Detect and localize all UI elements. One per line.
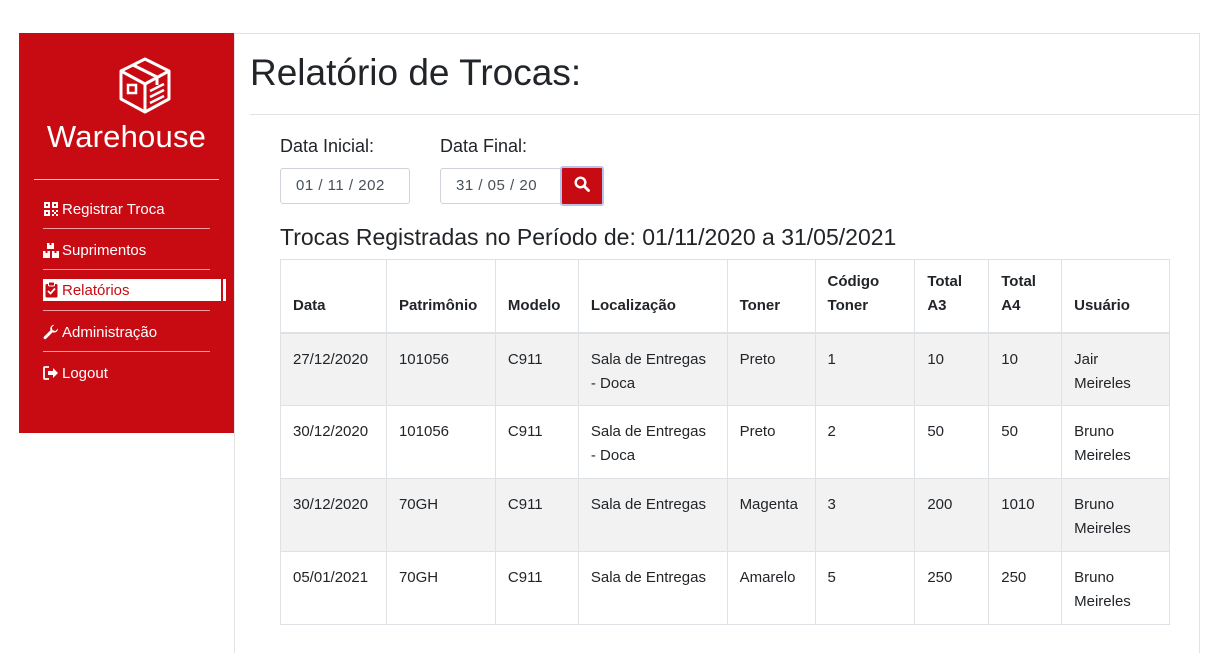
- table-cell: 10: [914, 332, 990, 406]
- table-cell: Preto: [726, 405, 816, 479]
- end-date-input[interactable]: 31 / 05 / 20: [440, 168, 562, 204]
- table-cell: C911: [494, 405, 579, 479]
- table-cell: 50: [914, 405, 990, 479]
- table-cell: 27/12/2020: [280, 332, 387, 406]
- sidebar-item-relatorios[interactable]: Relatórios: [43, 279, 221, 301]
- sign-out-icon: [43, 365, 59, 381]
- table-header-row: Data Patrimônio Modelo Localização Toner…: [280, 259, 1170, 334]
- table-cell: 05/01/2021: [280, 551, 387, 625]
- table-cell: 250: [988, 551, 1063, 625]
- table-cell: C911: [494, 478, 579, 552]
- wrench-icon: [43, 324, 59, 340]
- period-heading: Trocas Registradas no Período de: 01/11/…: [280, 224, 897, 250]
- brand-name: Warehouse: [46, 119, 207, 154]
- boxes-icon: [43, 242, 59, 258]
- table-row: 05/01/2021 70GH C911 Sala de Entregas Am…: [280, 551, 1170, 625]
- start-date-label: Data Inicial:: [280, 136, 375, 156]
- table-cell: C911: [494, 551, 579, 625]
- table-cell: 2: [814, 405, 916, 479]
- table-cell: 5: [814, 551, 916, 625]
- sidebar-item-label: Logout: [62, 364, 108, 382]
- table-cell: 70GH: [385, 478, 496, 552]
- clipboard-check-icon: [43, 282, 59, 298]
- column-header: Total A3: [914, 259, 990, 334]
- column-header: Modelo: [494, 259, 579, 334]
- table-cell: 70GH: [385, 551, 496, 625]
- sidebar-item-label: Administração: [62, 323, 158, 341]
- table-cell: 3: [814, 478, 916, 552]
- active-indicator: [223, 279, 226, 301]
- nav-divider: [43, 269, 210, 270]
- warehouse-logo-icon: [116, 55, 174, 117]
- table-cell: 1: [814, 332, 916, 406]
- column-header: Data: [280, 259, 387, 334]
- sidebar-item-logout[interactable]: Logout: [43, 361, 221, 385]
- start-date-input[interactable]: 01 / 11 / 202: [280, 168, 410, 204]
- table-cell: 50: [988, 405, 1063, 479]
- table-cell: Sala de Entregas: [577, 478, 728, 552]
- table-cell: 1010: [988, 478, 1063, 552]
- table-row: 27/12/2020 101056 C911 Sala de Entregas …: [280, 332, 1170, 406]
- nav-divider: [43, 351, 210, 352]
- sidebar: Warehouse Registrar Troca Suprimentos Re…: [19, 33, 234, 433]
- column-header: Localização: [577, 259, 728, 334]
- table-cell: Bruno Meireles: [1061, 405, 1170, 479]
- title-divider: [250, 114, 1200, 115]
- table-cell: 30/12/2020: [280, 478, 387, 552]
- sidebar-item-label: Suprimentos: [62, 241, 147, 259]
- table-cell: 101056: [385, 405, 496, 479]
- table-cell: Preto: [726, 332, 816, 406]
- table-cell: C911: [494, 332, 579, 406]
- table-cell: Jair Meireles: [1061, 332, 1170, 406]
- page-title: Relatório de Trocas:: [250, 52, 582, 93]
- column-header: Usuário: [1061, 259, 1170, 334]
- nav-divider: [43, 310, 210, 311]
- report-table: Data Patrimônio Modelo Localização Toner…: [280, 259, 1170, 625]
- sidebar-item-administracao[interactable]: Administração: [43, 320, 221, 344]
- end-date-label: Data Final:: [440, 136, 528, 156]
- sidebar-item-suprimentos[interactable]: Suprimentos: [43, 238, 221, 262]
- qrcode-icon: [43, 201, 59, 217]
- column-header: Toner: [726, 259, 816, 334]
- table-cell: 101056: [385, 332, 496, 406]
- table-cell: Magenta: [726, 478, 816, 552]
- table-cell: Bruno Meireles: [1061, 551, 1170, 625]
- table-cell: 250: [914, 551, 990, 625]
- table-cell: 200: [914, 478, 990, 552]
- search-icon: [574, 175, 590, 197]
- nav-divider: [43, 228, 210, 229]
- column-header: Código Toner: [814, 259, 916, 334]
- table-cell: Sala de Entregas - Doca: [577, 332, 728, 406]
- table-cell: 30/12/2020: [280, 405, 387, 479]
- table-cell: 10: [988, 332, 1063, 406]
- table-row: 30/12/2020 70GH C911 Sala de Entregas Ma…: [280, 478, 1170, 552]
- table-cell: Sala de Entregas - Doca: [577, 405, 728, 479]
- brand-divider: [34, 179, 219, 180]
- table-cell: Sala de Entregas: [577, 551, 728, 625]
- table-row: 30/12/2020 101056 C911 Sala de Entregas …: [280, 405, 1170, 479]
- table-cell: Bruno Meireles: [1061, 478, 1170, 552]
- sidebar-item-label: Registrar Troca: [62, 200, 165, 218]
- column-header: Total A4: [988, 259, 1063, 334]
- column-header: Patrimônio: [385, 259, 496, 334]
- sidebar-item-registrar-troca[interactable]: Registrar Troca: [43, 197, 221, 221]
- search-button[interactable]: [560, 166, 604, 206]
- table-cell: Amarelo: [726, 551, 816, 625]
- sidebar-item-label: Relatórios: [62, 281, 130, 299]
